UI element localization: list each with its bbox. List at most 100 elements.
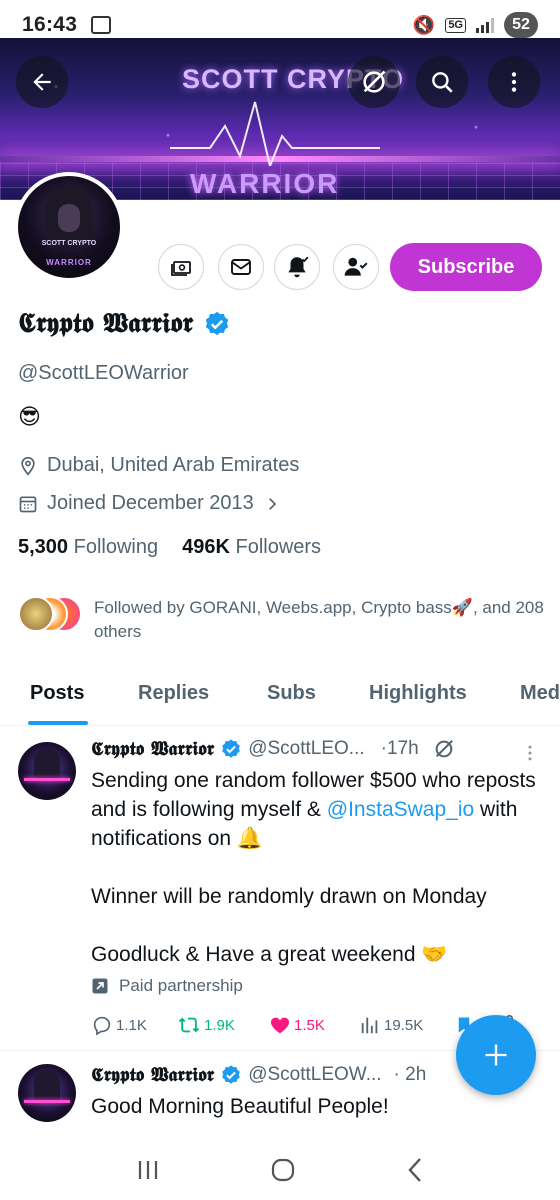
mention-link[interactable]: @InstaSwap_io	[327, 798, 474, 821]
recent-apps-icon[interactable]	[133, 1158, 163, 1182]
followed-by-row[interactable]: Followed by GORANI, Weebs.app, Crypto ba…	[18, 596, 544, 644]
profile-avatar[interactable]: SCOTT CRYPTO WARRIOR	[14, 172, 124, 282]
post-author-handle: @ScottLEOW...	[248, 1064, 382, 1085]
message-button[interactable]	[218, 244, 264, 290]
more-button[interactable]	[488, 56, 540, 108]
tab-highlights[interactable]: Highlights	[369, 662, 467, 705]
verified-badge-icon	[222, 739, 241, 758]
follow-counts: 5,300 Following 496K Followers	[18, 536, 321, 559]
joined-text: Joined December 2013	[47, 492, 254, 514]
slash-circle-icon	[363, 70, 386, 93]
repost-count: 1.9K	[204, 1016, 235, 1034]
reply-button[interactable]: 1.1K	[91, 1014, 177, 1036]
post-author-name[interactable]: 𝕮𝖗𝖞𝖕𝖙𝖔 𝖂𝖆𝖗𝖗𝖎𝖔𝖗	[91, 1064, 214, 1086]
repost-icon	[178, 1017, 200, 1033]
following-link[interactable]: 5,300 Following	[18, 536, 158, 559]
arrow-up-right-box-icon	[92, 978, 108, 994]
paid-partnership-text: Paid partnership	[119, 976, 243, 995]
post-avatar[interactable]	[18, 1064, 76, 1122]
post-text-part: Goodluck & Have a great weekend 🤝	[91, 943, 448, 966]
followed-by-text: Followed by GORANI, Weebs.app, Crypto ba…	[94, 598, 544, 641]
post-avatar[interactable]	[18, 742, 76, 800]
tab-label: Posts	[30, 682, 85, 704]
network-type: 5G	[445, 17, 466, 33]
signal-icon	[476, 17, 494, 33]
envelope-icon	[231, 259, 251, 275]
following-button[interactable]	[333, 244, 379, 290]
views-button[interactable]: 19.5K	[359, 1014, 455, 1036]
search-icon	[432, 72, 453, 93]
heartbeat-graphic	[170, 101, 380, 166]
plus-icon	[485, 1044, 507, 1066]
profile-name-row: 𝕮𝖗𝖞𝖕𝖙𝖔 𝖂𝖆𝖗𝖗𝖎𝖔𝖗	[18, 308, 231, 340]
compose-button[interactable]	[456, 1015, 536, 1095]
repost-button[interactable]: 1.9K	[177, 1014, 269, 1036]
verified-badge-icon	[222, 1065, 241, 1084]
avatar-text-top: SCOTT CRYPTO	[41, 240, 97, 247]
heart-icon	[270, 1017, 290, 1034]
post-text: Good Morning Beautiful People!	[91, 1092, 536, 1121]
bell-check-icon	[288, 256, 309, 278]
post-more-icon[interactable]	[520, 742, 540, 764]
screenshot-icon	[91, 16, 112, 34]
status-time: 16:43	[22, 13, 78, 36]
tab-label: Replies	[138, 682, 210, 704]
grok-button[interactable]	[348, 56, 400, 108]
profile-handle: @ScottLEOWarrior	[18, 362, 189, 384]
like-count: 1.5K	[294, 1016, 325, 1034]
post-text-part: Good Morning Beautiful People!	[91, 1095, 389, 1118]
reply-count: 1.1K	[116, 1016, 147, 1034]
post-time: · 2h	[393, 1064, 427, 1085]
tab-media[interactable]: Med	[520, 662, 560, 705]
like-button[interactable]: 1.5K	[269, 1014, 359, 1036]
back-button[interactable]	[16, 56, 68, 108]
back-nav-icon[interactable]	[403, 1156, 427, 1184]
tab-label: Subs	[267, 682, 316, 704]
search-button[interactable]	[416, 56, 468, 108]
profile-bio: 😎	[18, 404, 41, 429]
mute-icon: 🔇	[412, 14, 436, 35]
post-time: ·17h	[380, 738, 419, 759]
tab-label: Med	[520, 682, 560, 704]
profile-name: 𝕮𝖗𝖞𝖕𝖙𝖔 𝖂𝖆𝖗𝖗𝖎𝖔𝖗	[18, 308, 194, 339]
subscriptions-button[interactable]	[158, 244, 204, 290]
post-header: 𝕮𝖗𝖞𝖕𝖙𝖔 𝖂𝖆𝖗𝖗𝖎𝖔𝖗 @ScottLEOW... · 2h	[91, 1064, 426, 1086]
slash-circle-icon[interactable]	[433, 738, 455, 760]
post-text-part: Winner will be randomly drawn on Monday	[91, 885, 487, 908]
followers-label: Followers	[235, 536, 322, 558]
verified-badge-icon[interactable]	[203, 310, 231, 338]
battery-level: 52	[504, 12, 538, 38]
chevron-right-icon	[268, 497, 276, 510]
joined-row[interactable]: Joined December 2013	[18, 492, 281, 515]
following-label: Following	[73, 536, 159, 558]
tab-replies[interactable]: Replies	[138, 662, 209, 705]
profile-tabs: Posts Replies Subs Highlights Med	[0, 662, 560, 726]
follower-avatar	[18, 596, 54, 632]
views-count: 19.5K	[384, 1016, 424, 1034]
reply-icon	[93, 1016, 111, 1036]
post-header: 𝕮𝖗𝖞𝖕𝖙𝖔 𝖂𝖆𝖗𝖗𝖎𝖔𝖗 @ScottLEO... ·17h	[91, 738, 455, 760]
followers-count: 496K	[182, 536, 230, 558]
calendar-icon	[19, 496, 37, 512]
tab-subs[interactable]: Subs	[267, 662, 316, 705]
location-pin-icon	[21, 456, 35, 476]
views-chart-icon	[361, 1017, 378, 1034]
post-author-handle: @ScottLEO...	[248, 738, 365, 759]
money-icon	[171, 261, 191, 276]
follower-facepile	[18, 596, 84, 632]
person-check-icon	[344, 257, 368, 276]
tab-posts[interactable]: Posts	[28, 662, 89, 725]
more-vertical-icon	[511, 72, 517, 92]
post-author-name[interactable]: 𝕮𝖗𝖞𝖕𝖙𝖔 𝖂𝖆𝖗𝖗𝖎𝖔𝖗	[91, 738, 214, 760]
tab-label: Highlights	[369, 682, 467, 704]
arrow-left-icon	[33, 73, 51, 91]
system-nav-bar	[0, 1140, 560, 1200]
subscribe-button[interactable]: Subscribe	[390, 243, 542, 291]
avatar-text-bottom: WARRIOR	[46, 258, 92, 267]
followers-link[interactable]: 496K Followers	[182, 536, 321, 559]
post-text: Sending one random follower $500 who rep…	[91, 766, 536, 969]
home-icon[interactable]	[269, 1156, 297, 1184]
location-row: Dubai, United Arab Emirates	[18, 454, 299, 477]
paid-partnership-label: Paid partnership	[91, 976, 243, 996]
notifications-button[interactable]	[274, 244, 320, 290]
